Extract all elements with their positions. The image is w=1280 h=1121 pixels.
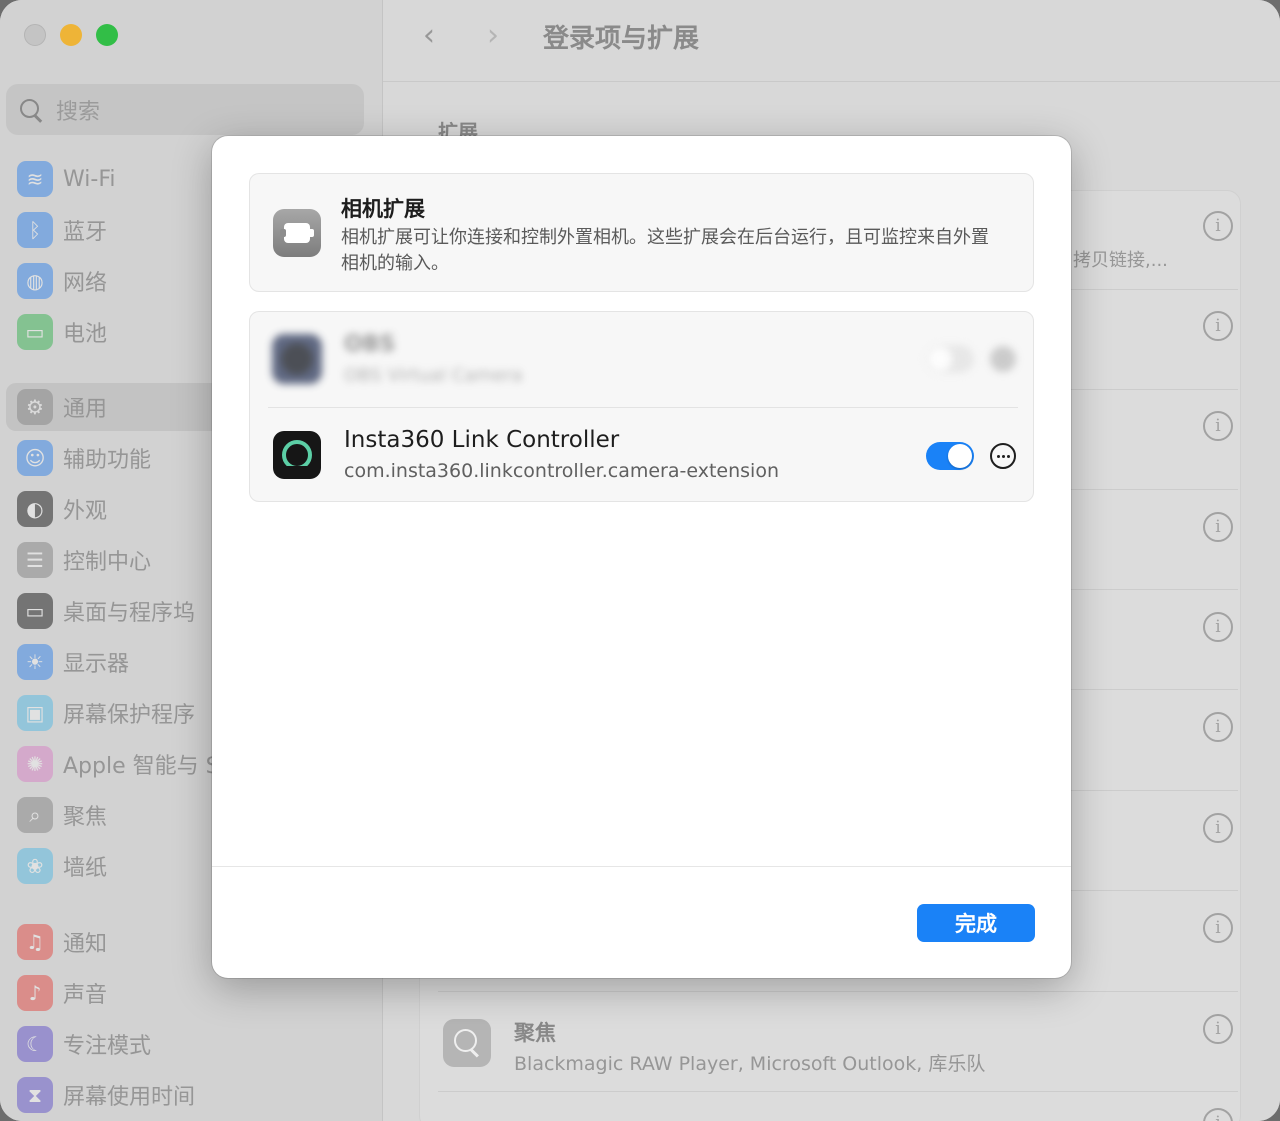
camera-extension-icon <box>273 209 321 257</box>
more-options-icon[interactable] <box>990 443 1016 469</box>
obs-app-icon <box>272 334 322 384</box>
system-settings-window: 搜索 ≋ Wi-Fi ᛒ 蓝牙 ◍ 网络 ▭ 电池 ⚙ 通用 ☺ 辅助功能 ◐ … <box>0 0 1280 1121</box>
divider <box>268 407 1018 408</box>
extension-bundle: OBS Virtual Camera <box>344 365 523 386</box>
extension-name: Insta360 Link Controller <box>344 427 620 453</box>
sheet-description: 相机扩展可让你连接和控制外置相机。这些扩展会在后台运行，且可监控来自外置相机的输… <box>341 227 989 274</box>
extension-toggle-obs[interactable] <box>926 345 974 373</box>
more-options-icon[interactable] <box>990 346 1016 372</box>
done-button[interactable]: 完成 <box>917 904 1035 942</box>
sheet-header: 相机扩展 相机扩展可让你连接和控制外置相机。这些扩展会在后台运行，且可监控来自外… <box>249 173 1034 292</box>
camera-extensions-sheet: 相机扩展 相机扩展可让你连接和控制外置相机。这些扩展会在后台运行，且可监控来自外… <box>212 136 1071 978</box>
extension-bundle: com.insta360.linkcontroller.camera-exten… <box>344 460 779 482</box>
extension-row-obs: OBS OBS Virtual Camera <box>250 312 1035 407</box>
extension-toggle-insta360[interactable] <box>926 442 974 470</box>
extension-name: OBS <box>344 332 396 357</box>
extension-list: OBS OBS Virtual Camera Insta360 Link Con… <box>249 311 1034 502</box>
sheet-title: 相机扩展 <box>341 197 425 221</box>
footer-divider <box>212 866 1071 867</box>
insta360-app-icon <box>273 431 321 479</box>
